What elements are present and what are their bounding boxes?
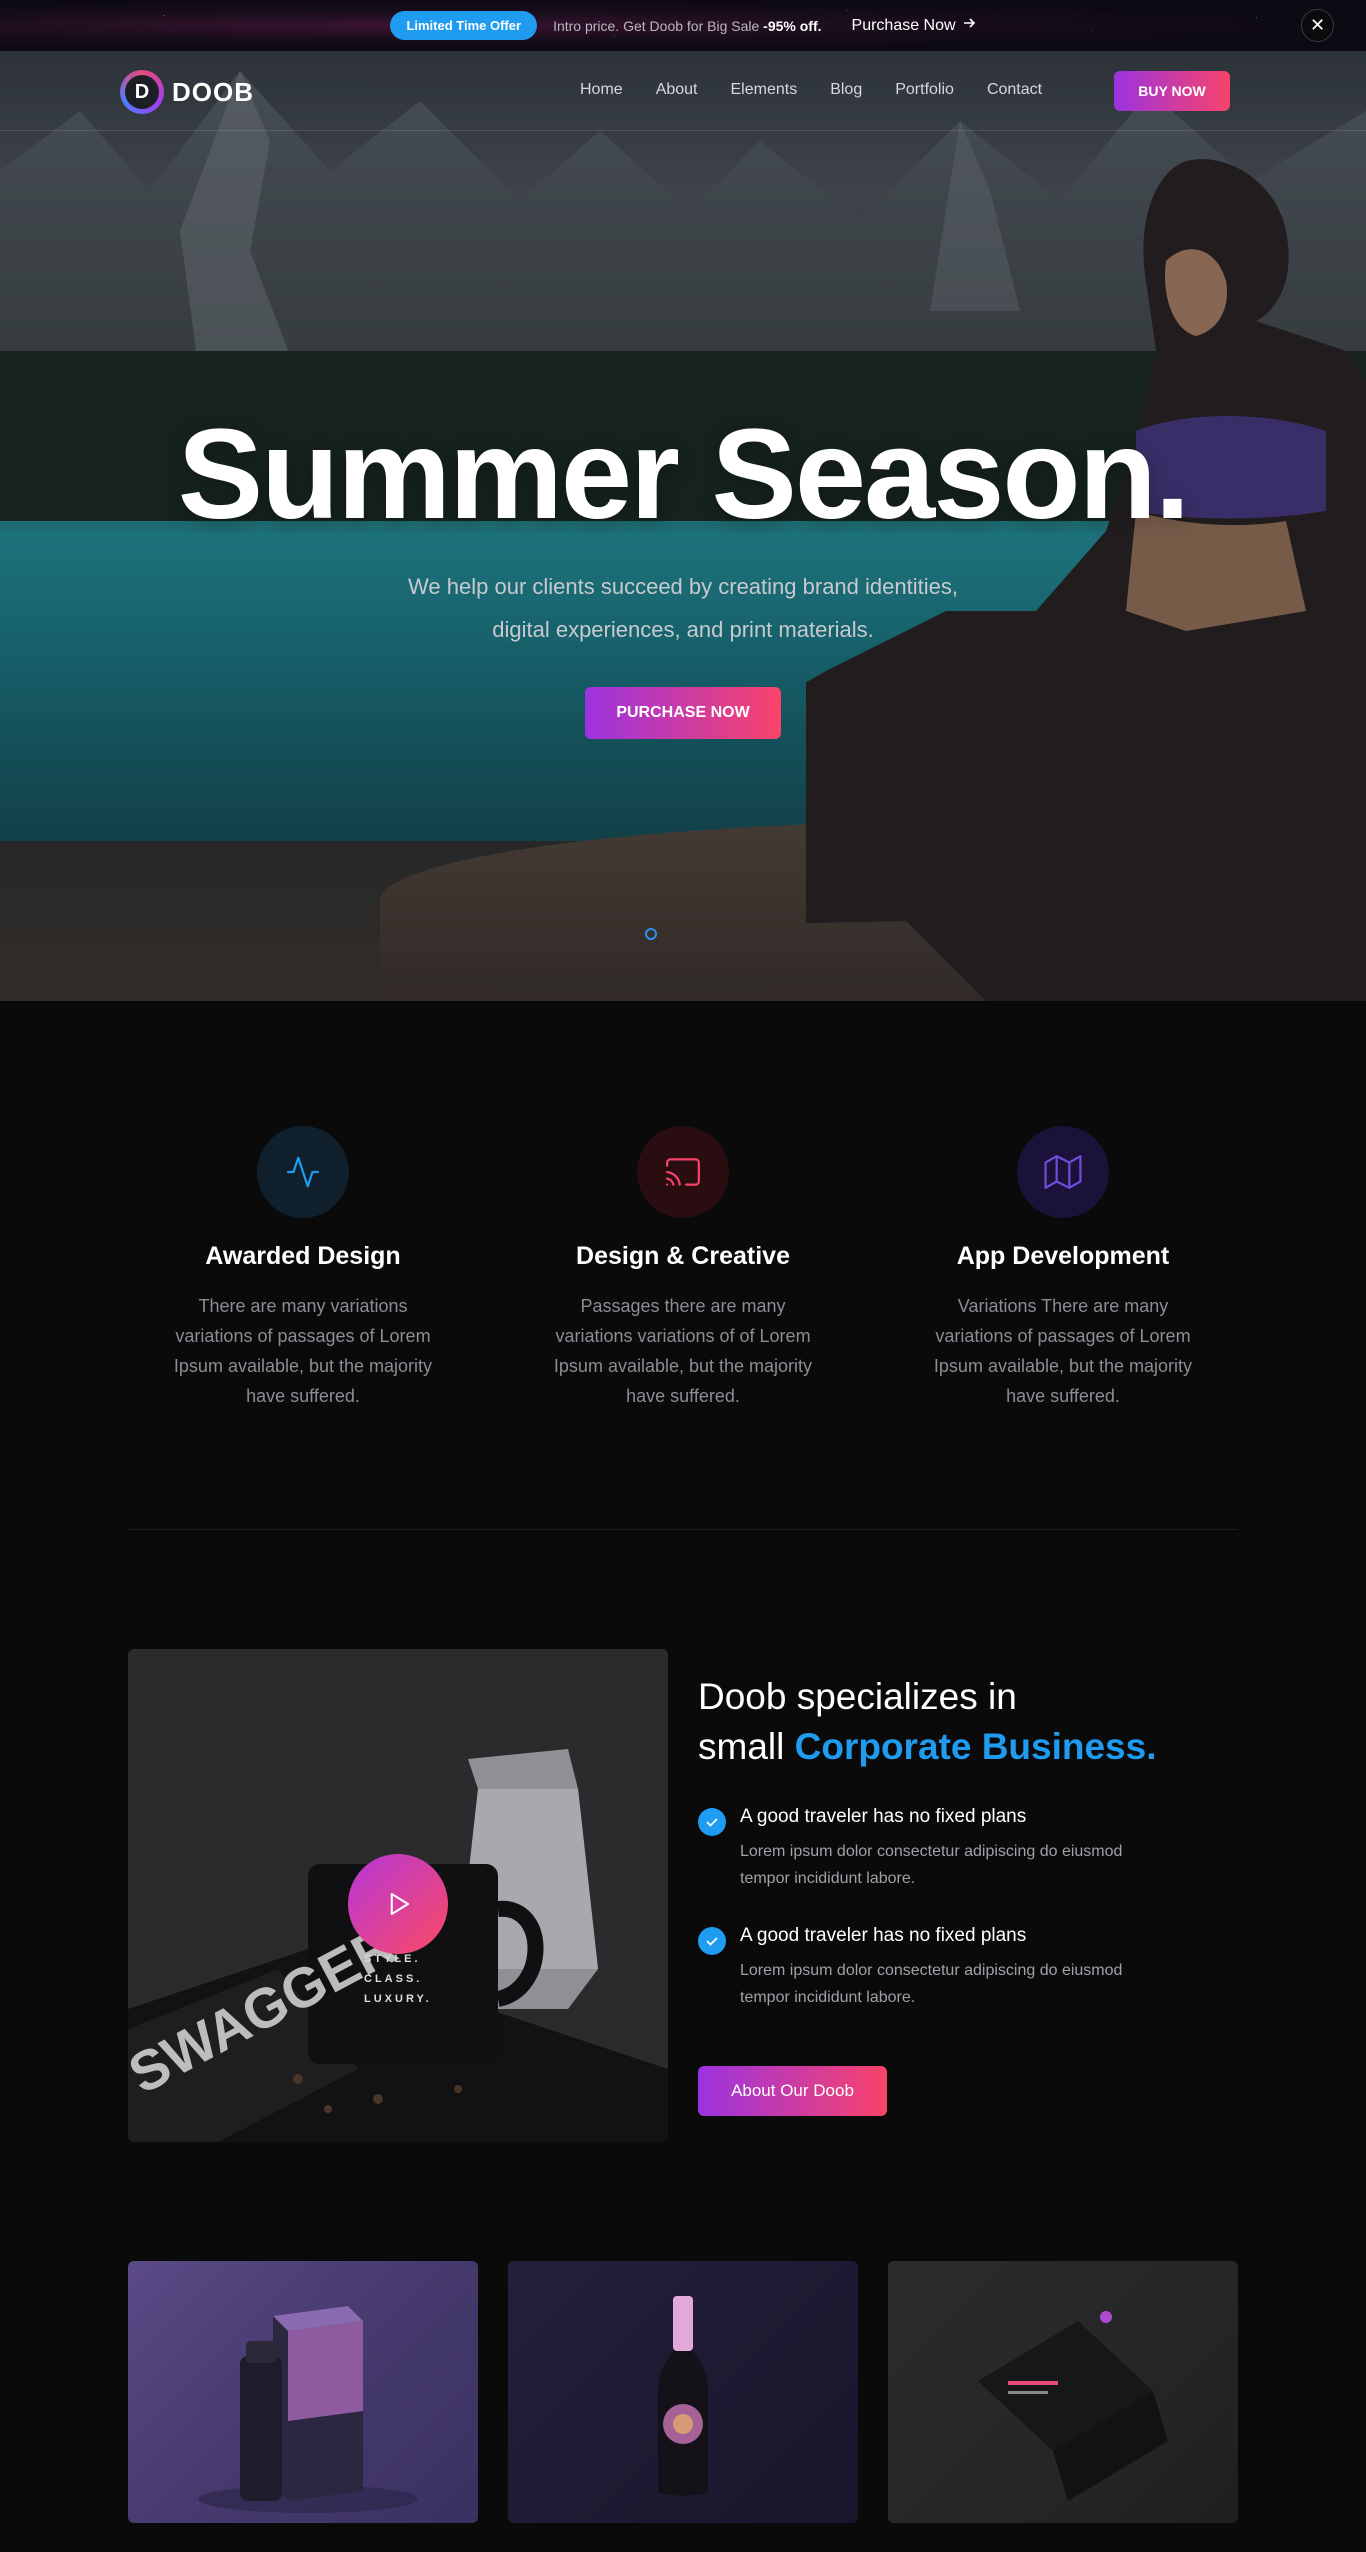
feature-title: A good traveler has no fixed plans xyxy=(740,1806,1027,1827)
nav-link-about[interactable]: About xyxy=(656,81,698,99)
service-card-app-development: App Development Variations There are man… xyxy=(913,1126,1213,1411)
feature-description: Lorem ipsum dolor consectetur adipiscing… xyxy=(740,1962,1123,2006)
hero-title: Summer Season. xyxy=(177,403,1191,546)
feature-item: A good traveler has no fixed plans Lorem… xyxy=(698,1806,1158,1892)
nav-link-contact[interactable]: Contact xyxy=(987,81,1042,99)
nav-link-blog[interactable]: Blog xyxy=(830,81,862,99)
service-title: Awarded Design xyxy=(205,1242,401,1270)
service-description: There are many variations variations of … xyxy=(173,1296,433,1406)
feature-title: A good traveler has no fixed plans xyxy=(740,1925,1027,1946)
service-description: Variations There are many variations of … xyxy=(933,1296,1193,1406)
buy-now-button[interactable]: BUY NOW xyxy=(1114,71,1230,111)
hero-subtitle: We help our clients succeed by creating … xyxy=(333,565,1033,651)
offer-pill: Limited Time Offer xyxy=(390,11,538,40)
portfolio-card-brochure[interactable] xyxy=(888,2261,1238,2523)
slider-dot-active[interactable] xyxy=(645,928,657,940)
about-video-thumbnail[interactable]: STYLE. CLASS. LUXURY. SWAGGER xyxy=(128,1649,668,2142)
service-title: App Development xyxy=(956,1242,1170,1270)
arrow-right-icon xyxy=(962,16,976,35)
brochure-image xyxy=(978,2311,1168,2501)
promo-banner: Limited Time Offer Intro price. Get Doob… xyxy=(0,0,1366,51)
play-video-button[interactable] xyxy=(348,1854,448,1954)
main-navbar: D DOOB Home About Elements Blog Portfoli… xyxy=(0,51,1366,131)
section-divider xyxy=(128,1529,1238,1530)
offer-text: Intro price. Get Doob for Big Sale -95% … xyxy=(553,18,821,34)
hero-subtitle-line-2: digital experiences, and print materials… xyxy=(492,617,874,642)
logo[interactable]: D DOOB xyxy=(120,70,254,114)
close-icon: ✕ xyxy=(1309,15,1326,35)
cosmetics-product-image xyxy=(198,2306,418,2513)
play-icon xyxy=(390,1893,409,1915)
portfolio-card-cosmetics[interactable] xyxy=(128,2261,478,2523)
nav-link-home[interactable]: Home xyxy=(580,81,623,99)
offer-discount: -95% off. xyxy=(763,17,822,34)
service-card-design-creative: Design & Creative Passages there are man… xyxy=(533,1126,833,1411)
service-card-awarded-design: Awarded Design There are many variations… xyxy=(153,1126,453,1411)
close-banner-button[interactable]: ✕ xyxy=(1301,9,1334,42)
services-section: Awarded Design There are many variations… xyxy=(0,1001,1366,1529)
about-heading-plain: small xyxy=(698,1726,795,1767)
service-title: Design & Creative xyxy=(576,1242,790,1270)
about-heading-line-2: small Corporate Business. xyxy=(698,1722,1157,1772)
nav-link-portfolio[interactable]: Portfolio xyxy=(895,81,954,99)
check-icon xyxy=(698,1927,726,1955)
about-heading-line-1: Doob specializes in xyxy=(698,1676,1017,1717)
purchase-now-label: Purchase Now xyxy=(851,16,956,34)
offer-text-main: Intro price. Get Doob for Big Sale xyxy=(553,17,760,34)
activity-icon xyxy=(257,1126,349,1218)
feature-item: A good traveler has no fixed plans Lorem… xyxy=(698,1925,1158,2011)
about-heading: Doob specializes in small Corporate Busi… xyxy=(698,1672,1157,1772)
logo-text: DOOB xyxy=(172,76,254,107)
map-icon xyxy=(1017,1126,1109,1218)
nav-links: Home About Elements Blog Portfolio Conta… xyxy=(580,81,1075,99)
nav-link-elements[interactable]: Elements xyxy=(731,81,798,99)
about-our-doob-button[interactable]: About Our Doob xyxy=(698,2066,887,2116)
hero-subtitle-line-1: We help our clients succeed by creating … xyxy=(408,574,958,599)
logo-icon: D xyxy=(120,70,164,114)
feature-description: Lorem ipsum dolor consectetur adipiscing… xyxy=(740,1843,1123,1887)
purchase-now-link[interactable]: Purchase Now xyxy=(852,16,976,35)
about-heading-accent: Corporate Business. xyxy=(794,1726,1157,1767)
wine-bottle-image xyxy=(658,2296,708,2496)
hero-section: Summer Season. We help our clients succe… xyxy=(0,51,1366,1001)
portfolio-card-wine[interactable] xyxy=(508,2261,858,2523)
check-icon xyxy=(698,1808,726,1836)
logo-letter: D xyxy=(125,75,159,109)
service-description: Passages there are many variations varia… xyxy=(553,1296,813,1406)
cast-icon xyxy=(637,1126,729,1218)
purchase-now-button[interactable]: PURCHASE NOW xyxy=(585,687,781,739)
